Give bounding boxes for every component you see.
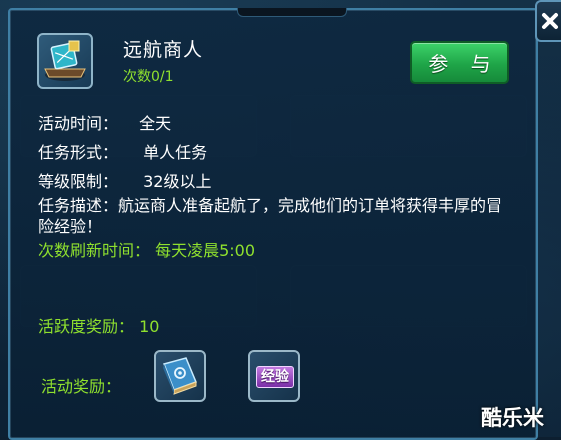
reward-item-book[interactable]	[154, 350, 206, 402]
form-label: 任务形式：	[38, 143, 119, 162]
level-label: 等级限制：	[38, 172, 119, 191]
quest-icon-frame	[37, 33, 93, 89]
quest-title: 远航商人	[123, 39, 204, 61]
close-button[interactable]	[535, 0, 561, 42]
spellbook-icon	[163, 357, 197, 395]
refresh-row: 次数刷新时间： 每天凌晨5:00	[38, 237, 255, 261]
activity-value: 10	[139, 317, 160, 336]
panel-top-tab	[237, 8, 347, 17]
time-row: 活动时间： 全天	[38, 110, 171, 134]
form-value: 单人任务	[143, 143, 208, 162]
exp-badge: 经验	[256, 366, 294, 388]
desc-label: 任务描述：	[38, 196, 119, 215]
form-row: 任务形式： 单人任务	[38, 139, 207, 163]
time-value: 全天	[139, 114, 172, 133]
quest-count: 次数0/1	[123, 69, 174, 85]
level-row: 等级限制： 32级以上	[38, 168, 211, 192]
close-icon	[542, 13, 558, 29]
refresh-value: 每天凌晨5:00	[155, 241, 256, 260]
activity-label: 活跃度奖励：	[38, 317, 135, 336]
reward-label: 活动奖励：	[41, 377, 122, 396]
ship-cargo-icon	[44, 40, 86, 81]
join-button[interactable]: 参 与	[410, 41, 509, 84]
time-label: 活动时间：	[38, 114, 119, 133]
description: 任务描述：航运商人准备起航了，完成他们的订单将获得丰厚的冒险经验！	[38, 195, 518, 237]
level-value: 32级以上	[143, 172, 212, 191]
refresh-label: 次数刷新时间：	[38, 241, 151, 260]
reward-item-exp[interactable]: 经验	[248, 350, 300, 402]
watermark-text: 酷乐米	[481, 406, 544, 430]
activity-reward-row: 活跃度奖励： 10	[38, 313, 159, 337]
